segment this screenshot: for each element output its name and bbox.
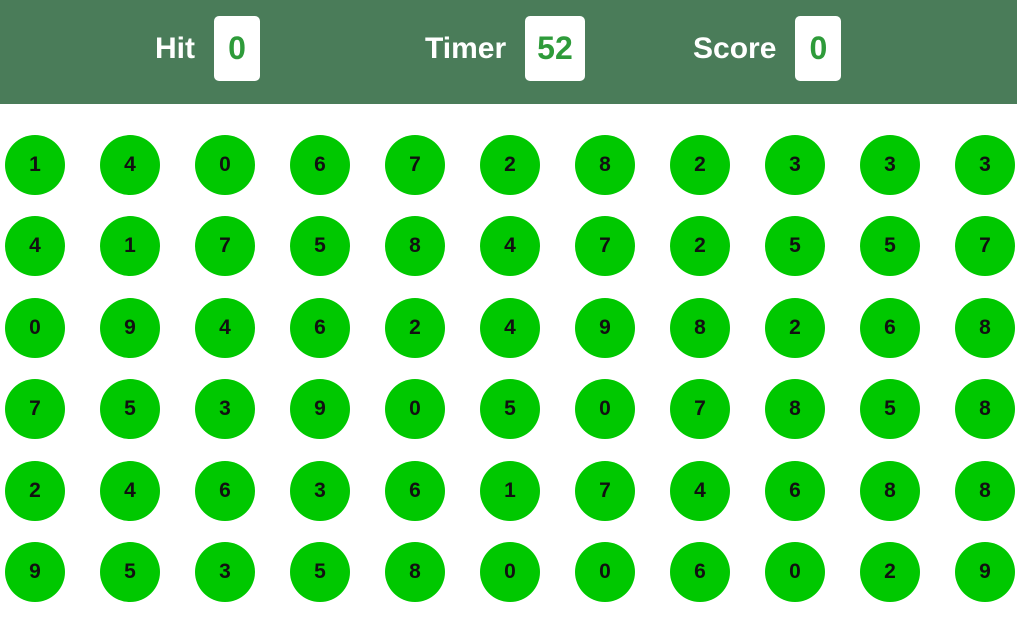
- bubble[interactable]: 1: [480, 461, 540, 521]
- bubble[interactable]: 8: [670, 298, 730, 358]
- bubble[interactable]: 8: [860, 461, 920, 521]
- bubble[interactable]: 7: [385, 135, 445, 195]
- bubble[interactable]: 2: [480, 135, 540, 195]
- bubble[interactable]: 0: [385, 379, 445, 439]
- bubble[interactable]: 1: [5, 135, 65, 195]
- bubble[interactable]: 0: [480, 542, 540, 602]
- bubble[interactable]: 5: [100, 542, 160, 602]
- bubble[interactable]: 9: [5, 542, 65, 602]
- bubble[interactable]: 9: [955, 542, 1015, 602]
- bubble[interactable]: 2: [860, 542, 920, 602]
- bubble[interactable]: 5: [480, 379, 540, 439]
- bubble[interactable]: 0: [195, 135, 255, 195]
- bubble[interactable]: 2: [670, 135, 730, 195]
- bubble[interactable]: 5: [860, 216, 920, 276]
- bubble[interactable]: 4: [480, 216, 540, 276]
- bubble[interactable]: 5: [290, 216, 350, 276]
- bubble[interactable]: 8: [385, 542, 445, 602]
- bubble[interactable]: 7: [575, 216, 635, 276]
- bubble[interactable]: 3: [860, 135, 920, 195]
- bubble[interactable]: 6: [290, 135, 350, 195]
- bubble[interactable]: 7: [670, 379, 730, 439]
- bubble[interactable]: 8: [955, 298, 1015, 358]
- bubble[interactable]: 2: [765, 298, 825, 358]
- bubble[interactable]: 4: [100, 135, 160, 195]
- bubble[interactable]: 8: [955, 379, 1015, 439]
- bubble[interactable]: 3: [765, 135, 825, 195]
- bubble[interactable]: 0: [575, 379, 635, 439]
- bubble[interactable]: 3: [290, 461, 350, 521]
- bubble[interactable]: 2: [385, 298, 445, 358]
- bubble[interactable]: 6: [860, 298, 920, 358]
- bubble[interactable]: 8: [575, 135, 635, 195]
- bubble[interactable]: 2: [670, 216, 730, 276]
- bubble[interactable]: 9: [100, 298, 160, 358]
- bubble[interactable]: 7: [195, 216, 255, 276]
- bubble[interactable]: 0: [575, 542, 635, 602]
- bubble[interactable]: 5: [290, 542, 350, 602]
- bubble[interactable]: 3: [195, 542, 255, 602]
- bubble-grid: 1406728233341758472557094624982687539050…: [0, 0, 1017, 641]
- bubble[interactable]: 4: [5, 216, 65, 276]
- bubble[interactable]: 6: [195, 461, 255, 521]
- bubble[interactable]: 4: [670, 461, 730, 521]
- bubble[interactable]: 4: [195, 298, 255, 358]
- bubble[interactable]: 0: [765, 542, 825, 602]
- bubble[interactable]: 7: [5, 379, 65, 439]
- bubble[interactable]: 8: [955, 461, 1015, 521]
- bubble[interactable]: 5: [860, 379, 920, 439]
- bubble[interactable]: 7: [955, 216, 1015, 276]
- bubble[interactable]: 7: [575, 461, 635, 521]
- bubble[interactable]: 9: [575, 298, 635, 358]
- bubble[interactable]: 4: [480, 298, 540, 358]
- bubble[interactable]: 0: [5, 298, 65, 358]
- bubble[interactable]: 6: [385, 461, 445, 521]
- bubble[interactable]: 9: [290, 379, 350, 439]
- bubble[interactable]: 5: [765, 216, 825, 276]
- bubble[interactable]: 1: [100, 216, 160, 276]
- bubble[interactable]: 3: [195, 379, 255, 439]
- bubble[interactable]: 6: [290, 298, 350, 358]
- bubble[interactable]: 5: [100, 379, 160, 439]
- bubble[interactable]: 6: [765, 461, 825, 521]
- bubble[interactable]: 3: [955, 135, 1015, 195]
- bubble[interactable]: 8: [765, 379, 825, 439]
- bubble[interactable]: 2: [5, 461, 65, 521]
- bubble[interactable]: 8: [385, 216, 445, 276]
- bubble[interactable]: 6: [670, 542, 730, 602]
- bubble[interactable]: 4: [100, 461, 160, 521]
